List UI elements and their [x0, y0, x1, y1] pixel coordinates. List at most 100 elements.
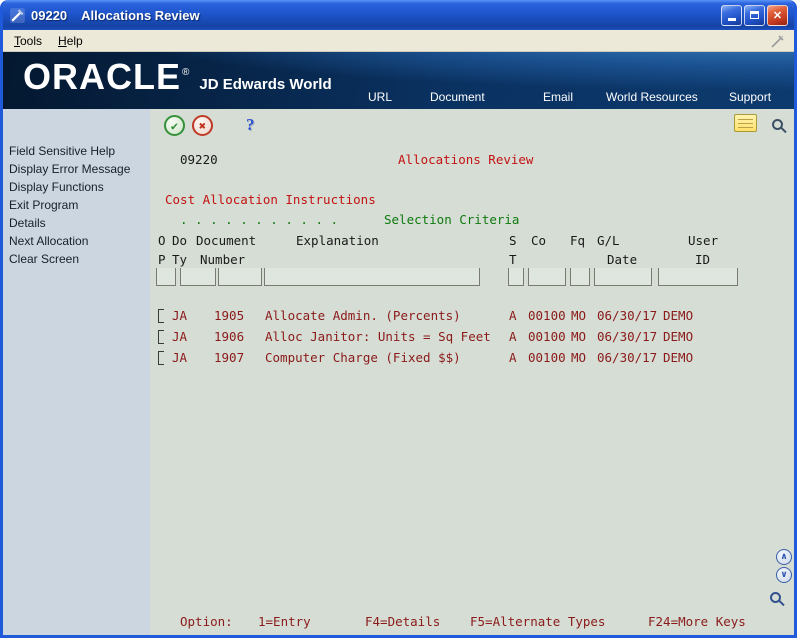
chevron-down-icon: ∨ — [780, 570, 788, 580]
cell-frequency: MO — [571, 329, 587, 344]
col-header-user: User — [688, 233, 719, 248]
row-option-field[interactable] — [158, 330, 164, 344]
sidebar-item-clear-screen[interactable]: Clear Screen — [9, 250, 146, 268]
menubar: Tools Help — [3, 30, 794, 52]
app-window: 09220 Allocations Review ✕ Tools Help OR… — [0, 0, 797, 638]
screen-area: ✔ ✖ ? 09220 Allocations Review Cost Allo… — [150, 109, 794, 635]
help-icon[interactable]: ? — [246, 115, 255, 135]
check-icon: ✔ — [170, 118, 179, 133]
sidebar-item-display-functions[interactable]: Display Functions — [9, 178, 146, 196]
cell-status: A — [509, 350, 517, 365]
sidebar: Field Sensitive Help Display Error Messa… — [3, 109, 150, 635]
filter-user-id-field[interactable] — [658, 268, 738, 286]
brand-block: ORACLE ® JD Edwards World — [23, 59, 332, 95]
banner-link-world-resources[interactable]: World Resources — [606, 90, 698, 104]
minimize-icon — [727, 17, 736, 21]
chevron-up-icon: ∧ — [780, 552, 788, 562]
registered-mark: ® — [182, 67, 190, 78]
col-header-ty: Ty — [172, 252, 188, 267]
content-area: Field Sensitive Help Display Error Messa… — [3, 109, 794, 635]
minimize-button[interactable] — [721, 4, 742, 26]
titlebar[interactable]: 09220 Allocations Review ✕ — [3, 0, 794, 30]
magnifier-glyph — [772, 119, 783, 130]
col-header-id: ID — [695, 252, 711, 267]
sidebar-item-display-error-message[interactable]: Display Error Message — [9, 160, 146, 178]
col-header-date: Date — [607, 252, 638, 267]
filter-explanation-field[interactable] — [264, 268, 480, 286]
col-header-document: Document — [196, 233, 257, 248]
filter-gl-date-field[interactable] — [594, 268, 652, 286]
col-header-p: P — [158, 252, 166, 267]
section-title: Cost Allocation Instructions — [165, 192, 376, 207]
banner-link-url[interactable]: URL — [368, 90, 392, 104]
cell-company: 00100 — [528, 350, 566, 365]
row-option-field[interactable] — [158, 309, 164, 323]
close-button[interactable]: ✕ — [767, 4, 788, 26]
cell-gl-date: 06/30/17 — [597, 329, 658, 344]
ok-icon[interactable]: ✔ — [164, 115, 185, 136]
sidebar-item-field-sensitive-help[interactable]: Field Sensitive Help — [9, 142, 146, 160]
cell-doc-type: JA — [172, 350, 188, 365]
app-icon — [9, 7, 26, 24]
close-icon: ✕ — [772, 9, 783, 22]
banner-link-support[interactable]: Support — [729, 90, 771, 104]
cell-status: A — [509, 308, 517, 323]
cell-doc-number: 1905 — [214, 308, 245, 323]
filter-company-field[interactable] — [528, 268, 566, 286]
magnifier-glyph — [770, 592, 781, 603]
selection-criteria-label: Selection Criteria — [384, 212, 520, 227]
col-header-o: O — [158, 233, 166, 248]
filter-doc-number-field[interactable] — [218, 268, 262, 286]
col-header-co: Co — [531, 233, 547, 248]
col-header-fq: Fq — [570, 233, 586, 248]
cell-doc-type: JA — [172, 329, 188, 344]
oracle-banner: ORACLE ® JD Edwards World URL Document E… — [3, 52, 794, 109]
menu-help[interactable]: Help — [50, 32, 91, 50]
menu-tools[interactable]: Tools — [6, 32, 50, 50]
cell-explanation: Allocate Admin. (Percents) — [265, 308, 461, 323]
banner-link-document[interactable]: Document — [430, 90, 485, 104]
search-icon-bottom[interactable] — [770, 591, 781, 606]
banner-link-email[interactable]: Email — [543, 90, 573, 104]
row-option-field[interactable] — [158, 351, 164, 365]
cancel-icon[interactable]: ✖ — [192, 115, 213, 136]
scroll-down-button[interactable]: ∨ — [776, 567, 792, 583]
cell-explanation: Alloc Janitor: Units = Sq Feet — [265, 329, 491, 344]
cell-company: 00100 — [528, 308, 566, 323]
attachment-note-icon[interactable] — [734, 114, 757, 132]
filter-frequency-field[interactable] — [570, 268, 590, 286]
allocation-row: JA 1907 Computer Charge (Fixed $$) A 001… — [150, 350, 794, 368]
footer-key-more-keys: F24=More Keys — [648, 614, 746, 629]
filter-doc-type-field[interactable] — [180, 268, 216, 286]
sidebar-item-details[interactable]: Details — [9, 214, 146, 232]
sidebar-item-exit-program[interactable]: Exit Program — [9, 196, 146, 214]
window-title: 09220 Allocations Review — [31, 7, 200, 23]
filter-op-field[interactable] — [156, 268, 176, 286]
product-name: JD Edwards World — [199, 76, 332, 93]
cell-frequency: MO — [571, 308, 587, 323]
cell-user-id: DEMO — [663, 308, 694, 323]
cell-doc-number: 1907 — [214, 350, 245, 365]
maximize-icon — [750, 11, 759, 19]
cell-gl-date: 06/30/17 — [597, 350, 658, 365]
maximize-button[interactable] — [744, 4, 765, 26]
col-header-number: Number — [200, 252, 246, 267]
col-header-s: S — [509, 233, 517, 248]
scroll-up-button[interactable]: ∧ — [776, 549, 792, 565]
cell-gl-date: 06/30/17 — [597, 308, 658, 323]
dots-divider: . . . . . . . . . . . — [180, 212, 339, 227]
x-icon: ✖ — [198, 118, 207, 133]
screen-title: Allocations Review — [398, 152, 534, 167]
cell-doc-type: JA — [172, 308, 188, 323]
window-controls: ✕ — [721, 4, 788, 26]
allocation-row: JA 1905 Allocate Admin. (Percents) A 001… — [150, 308, 794, 326]
footer-option-label: Option: — [180, 614, 233, 629]
cell-explanation: Computer Charge (Fixed $$) — [265, 350, 461, 365]
oracle-logo: ORACLE — [23, 56, 181, 97]
cell-user-id: DEMO — [663, 350, 694, 365]
footer-key-alternate-types: F5=Alternate Types — [470, 614, 606, 629]
filter-status-field[interactable] — [508, 268, 524, 286]
col-header-explanation: Explanation — [296, 233, 379, 248]
search-icon[interactable] — [772, 118, 783, 133]
sidebar-item-next-allocation[interactable]: Next Allocation — [9, 232, 146, 250]
